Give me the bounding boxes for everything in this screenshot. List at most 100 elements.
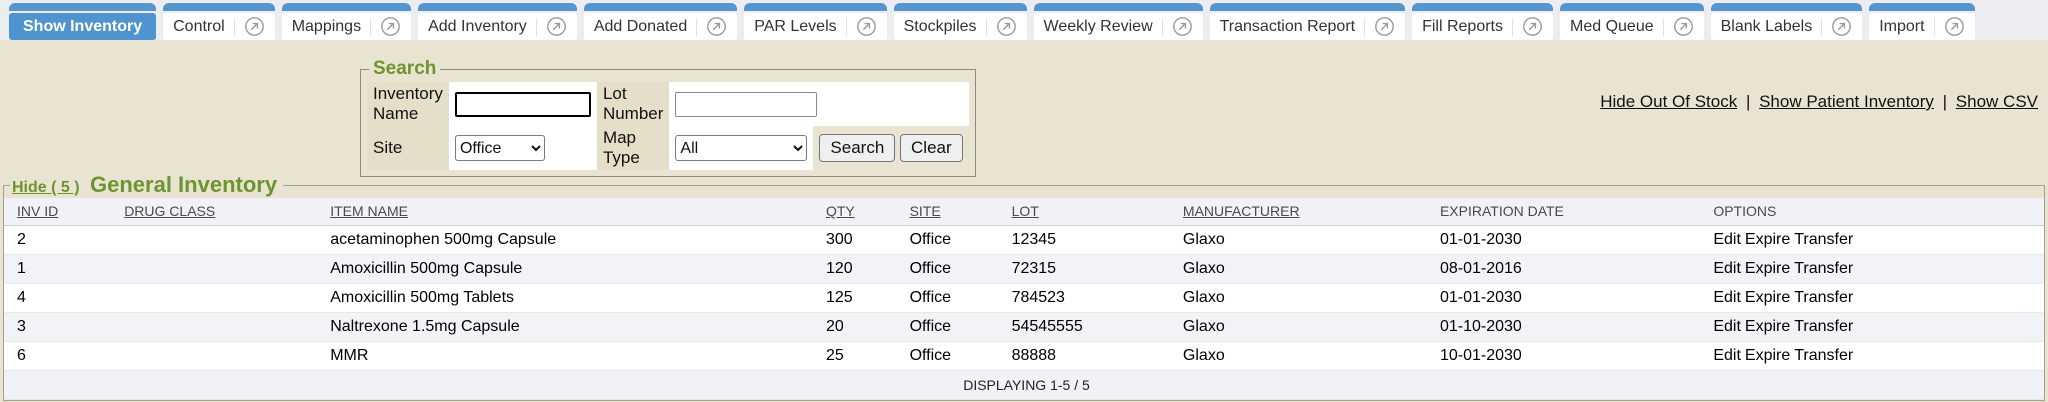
cell-options: EditExpireTransfer: [1705, 341, 2044, 370]
edit-action-link[interactable]: Edit: [1713, 347, 1741, 364]
map-type-select[interactable]: All: [675, 135, 807, 161]
cell-expiration-date: 01-01-2030: [1432, 283, 1705, 312]
open-in-new-icon[interactable]: [706, 16, 727, 37]
tab-divider: [370, 18, 371, 36]
table-row: 4Amoxicillin 500mg Tablets125Office78452…: [4, 283, 2044, 312]
tab-divider: [536, 18, 537, 36]
expire-action-link[interactable]: Expire: [1745, 260, 1790, 277]
column-header-inv-id[interactable]: INV ID: [4, 198, 116, 225]
tab-control[interactable]: Control: [163, 3, 275, 40]
column-header-item-name[interactable]: ITEM NAME: [322, 198, 818, 225]
cell-site: Office: [902, 225, 1004, 254]
tab-mappings[interactable]: Mappings: [282, 3, 411, 40]
cell-inv-id: 2: [4, 225, 116, 254]
cell-site: Office: [902, 283, 1004, 312]
tab-divider: [1364, 18, 1365, 36]
open-in-new-icon[interactable]: [1831, 16, 1852, 37]
transfer-action-link[interactable]: Transfer: [1794, 260, 1853, 277]
tab-stockpiles[interactable]: Stockpiles: [894, 3, 1027, 40]
cell-expiration-date: 01-01-2030: [1432, 225, 1705, 254]
inventory-name-input[interactable]: [455, 92, 591, 117]
tab-label: Med Queue: [1570, 18, 1654, 36]
cell-qty: 125: [818, 283, 902, 312]
tab-cap: [1560, 3, 1704, 11]
tab-label: Add Donated: [594, 18, 687, 36]
hide-section-link[interactable]: Hide ( 5 ): [12, 179, 80, 196]
open-in-new-icon[interactable]: [996, 16, 1017, 37]
cell-drug-class: [116, 341, 322, 370]
link-show-patient-inventory[interactable]: Show Patient Inventory: [1759, 92, 1934, 111]
tab-med-queue[interactable]: Med Queue: [1560, 3, 1704, 40]
tab-cap: [1210, 3, 1405, 11]
lot-number-label: Lot Number: [597, 82, 669, 126]
separator: |: [1934, 92, 1956, 111]
open-in-new-icon[interactable]: [1522, 16, 1543, 37]
cell-expiration-date: 01-10-2030: [1432, 312, 1705, 341]
cell-item-name: acetaminophen 500mg Capsule: [322, 225, 818, 254]
edit-action-link[interactable]: Edit: [1713, 289, 1741, 306]
page-title: General Inventory: [90, 172, 277, 197]
link-show-csv[interactable]: Show CSV: [1956, 92, 2038, 111]
open-in-new-icon[interactable]: [856, 16, 877, 37]
open-in-new-icon[interactable]: [546, 16, 567, 37]
tab-divider: [1162, 18, 1163, 36]
search-button[interactable]: Search: [819, 134, 895, 162]
tab-label: Add Inventory: [428, 18, 527, 36]
lot-number-input[interactable]: [675, 92, 817, 117]
cell-qty: 120: [818, 254, 902, 283]
tab-label: Import: [1879, 18, 1924, 36]
cell-drug-class: [116, 254, 322, 283]
tab-label: Transaction Report: [1220, 18, 1355, 36]
tab-add-donated[interactable]: Add Donated: [584, 3, 737, 40]
transfer-action-link[interactable]: Transfer: [1794, 231, 1853, 248]
cell-options: EditExpireTransfer: [1705, 312, 2044, 341]
tab-add-inventory[interactable]: Add Inventory: [418, 3, 577, 40]
cell-manufacturer: Glaxo: [1175, 254, 1432, 283]
transfer-action-link[interactable]: Transfer: [1794, 318, 1853, 335]
tab-label: Mappings: [292, 18, 361, 36]
expire-action-link[interactable]: Expire: [1745, 347, 1790, 364]
tab-par-levels[interactable]: PAR Levels: [744, 3, 886, 40]
tab-fill-reports[interactable]: Fill Reports: [1412, 3, 1553, 40]
column-header-manufacturer[interactable]: MANUFACTURER: [1175, 198, 1432, 225]
open-in-new-icon[interactable]: [1673, 16, 1694, 37]
tab-label: Show Inventory: [23, 18, 142, 36]
link-hide-out-of-stock[interactable]: Hide Out Of Stock: [1600, 92, 1737, 111]
open-in-new-icon[interactable]: [1374, 16, 1395, 37]
cell-item-name: Amoxicillin 500mg Tablets: [322, 283, 818, 312]
expire-action-link[interactable]: Expire: [1745, 289, 1790, 306]
column-header-lot[interactable]: LOT: [1004, 198, 1175, 225]
tab-divider: [1512, 18, 1513, 36]
edit-action-link[interactable]: Edit: [1713, 231, 1741, 248]
cell-site: Office: [902, 254, 1004, 283]
tab-transaction-report[interactable]: Transaction Report: [1210, 3, 1405, 40]
edit-action-link[interactable]: Edit: [1713, 318, 1741, 335]
open-in-new-icon[interactable]: [1944, 16, 1965, 37]
transfer-action-link[interactable]: Transfer: [1794, 289, 1853, 306]
open-in-new-icon[interactable]: [1172, 16, 1193, 37]
tab-blank-labels[interactable]: Blank Labels: [1711, 3, 1863, 40]
expire-action-link[interactable]: Expire: [1745, 318, 1790, 335]
expire-action-link[interactable]: Expire: [1745, 231, 1790, 248]
paging-status: DISPLAYING 1-5 / 5: [4, 370, 2044, 399]
cell-drug-class: [116, 312, 322, 341]
cell-lot: 784523: [1004, 283, 1175, 312]
tab-show-inventory[interactable]: Show Inventory: [9, 3, 156, 40]
tab-cap: [9, 3, 156, 11]
site-select[interactable]: Office: [455, 135, 545, 161]
tab-cap: [584, 3, 737, 11]
edit-action-link[interactable]: Edit: [1713, 260, 1741, 277]
open-in-new-icon[interactable]: [244, 16, 265, 37]
tab-weekly-review[interactable]: Weekly Review: [1034, 3, 1203, 40]
clear-button[interactable]: Clear: [900, 134, 963, 162]
cell-expiration-date: 10-01-2030: [1432, 341, 1705, 370]
column-header-drug-class[interactable]: DRUG CLASS: [116, 198, 322, 225]
tab-import[interactable]: Import: [1869, 3, 1974, 40]
transfer-action-link[interactable]: Transfer: [1794, 347, 1853, 364]
column-header-qty[interactable]: QTY: [818, 198, 902, 225]
open-in-new-icon[interactable]: [380, 16, 401, 37]
general-inventory-panel: Hide ( 5 ) General Inventory INV IDDRUG …: [3, 172, 2045, 401]
tab-cap: [282, 3, 411, 11]
cell-lot: 12345: [1004, 225, 1175, 254]
column-header-site[interactable]: SITE: [902, 198, 1004, 225]
